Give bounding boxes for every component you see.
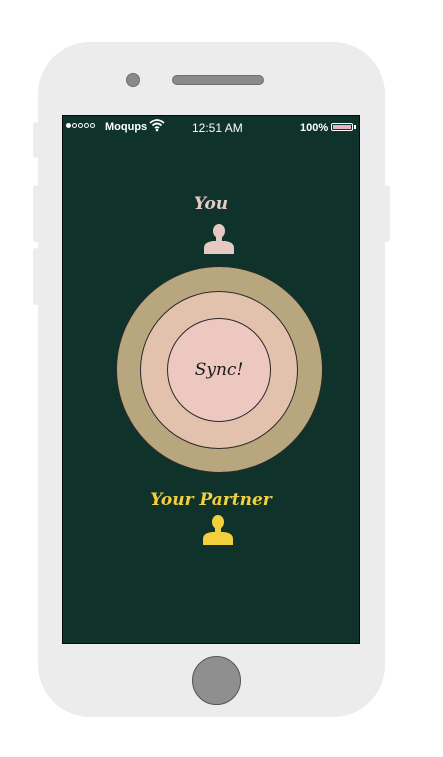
power-button (384, 185, 390, 242)
wifi-icon (149, 118, 165, 135)
carrier-name: Moqups (105, 121, 148, 133)
sync-button-label: Sync! (194, 360, 244, 380)
volume-up-button (33, 185, 39, 242)
app-screen: Moqups 12:51 AM 100% You Sync! Your Part… (62, 115, 360, 644)
earpiece-speaker (172, 75, 264, 85)
you-person-icon (203, 223, 235, 260)
partner-person-icon (202, 514, 234, 551)
partner-label: Your Partner (150, 490, 272, 510)
home-button[interactable] (192, 656, 241, 705)
sync-button[interactable]: Sync! (167, 318, 271, 422)
battery-percentage: 100% (300, 122, 329, 134)
front-camera (126, 73, 140, 87)
you-label: You (193, 194, 229, 214)
status-bar: Moqups 12:51 AM 100% (63, 116, 359, 138)
status-time: 12:51 AM (192, 121, 243, 135)
volume-down-button (33, 248, 39, 305)
battery-tip (354, 125, 356, 129)
signal-strength-icon (66, 123, 95, 128)
battery-icon (331, 123, 353, 131)
mute-switch (33, 122, 39, 158)
